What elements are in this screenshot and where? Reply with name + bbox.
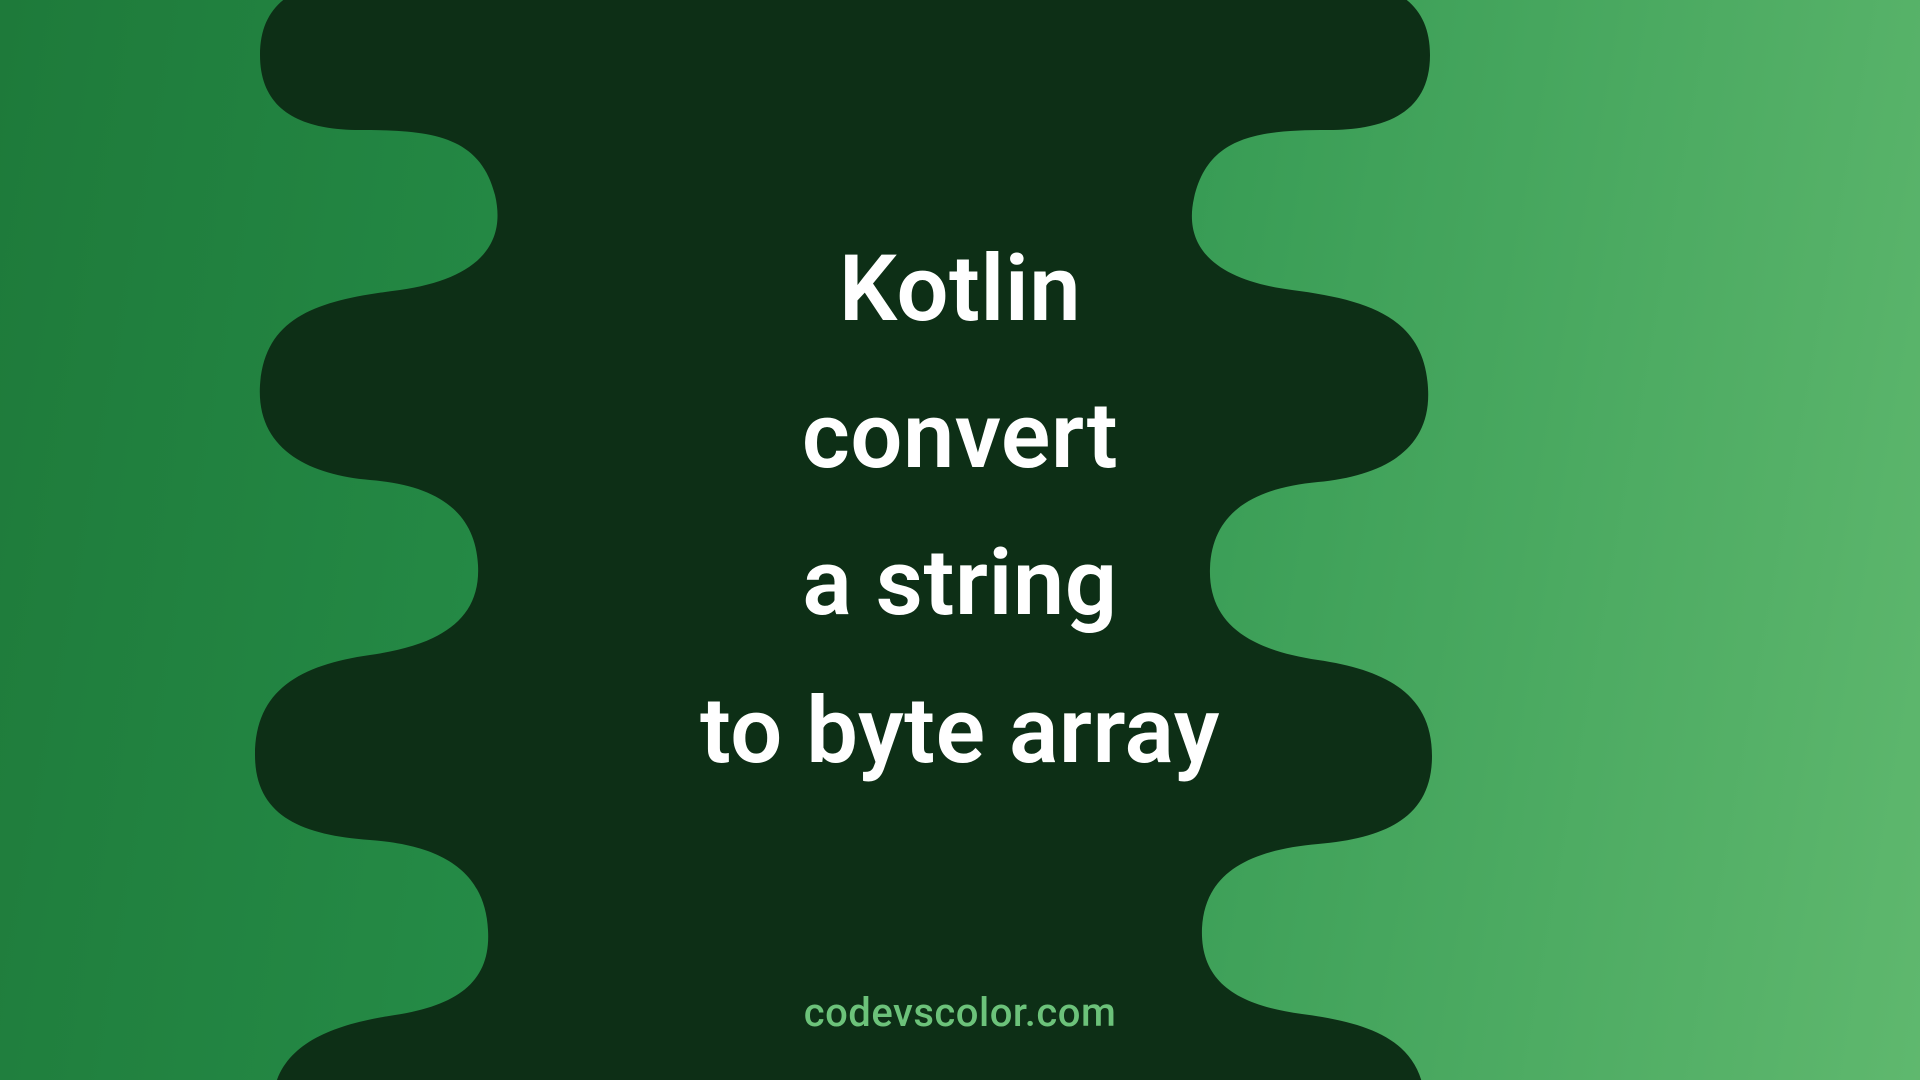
footer-site-name: codevscolor.com: [804, 989, 1117, 1036]
heading-line-4: to byte array: [700, 658, 1220, 805]
heading-line-1: Kotlin: [700, 216, 1220, 363]
heading-line-2: convert: [700, 363, 1220, 510]
heading-line-3: a string: [700, 511, 1220, 658]
banner-heading: Kotlin convert a string to byte array: [700, 216, 1220, 805]
banner-canvas: Kotlin convert a string to byte array co…: [0, 0, 1920, 1080]
